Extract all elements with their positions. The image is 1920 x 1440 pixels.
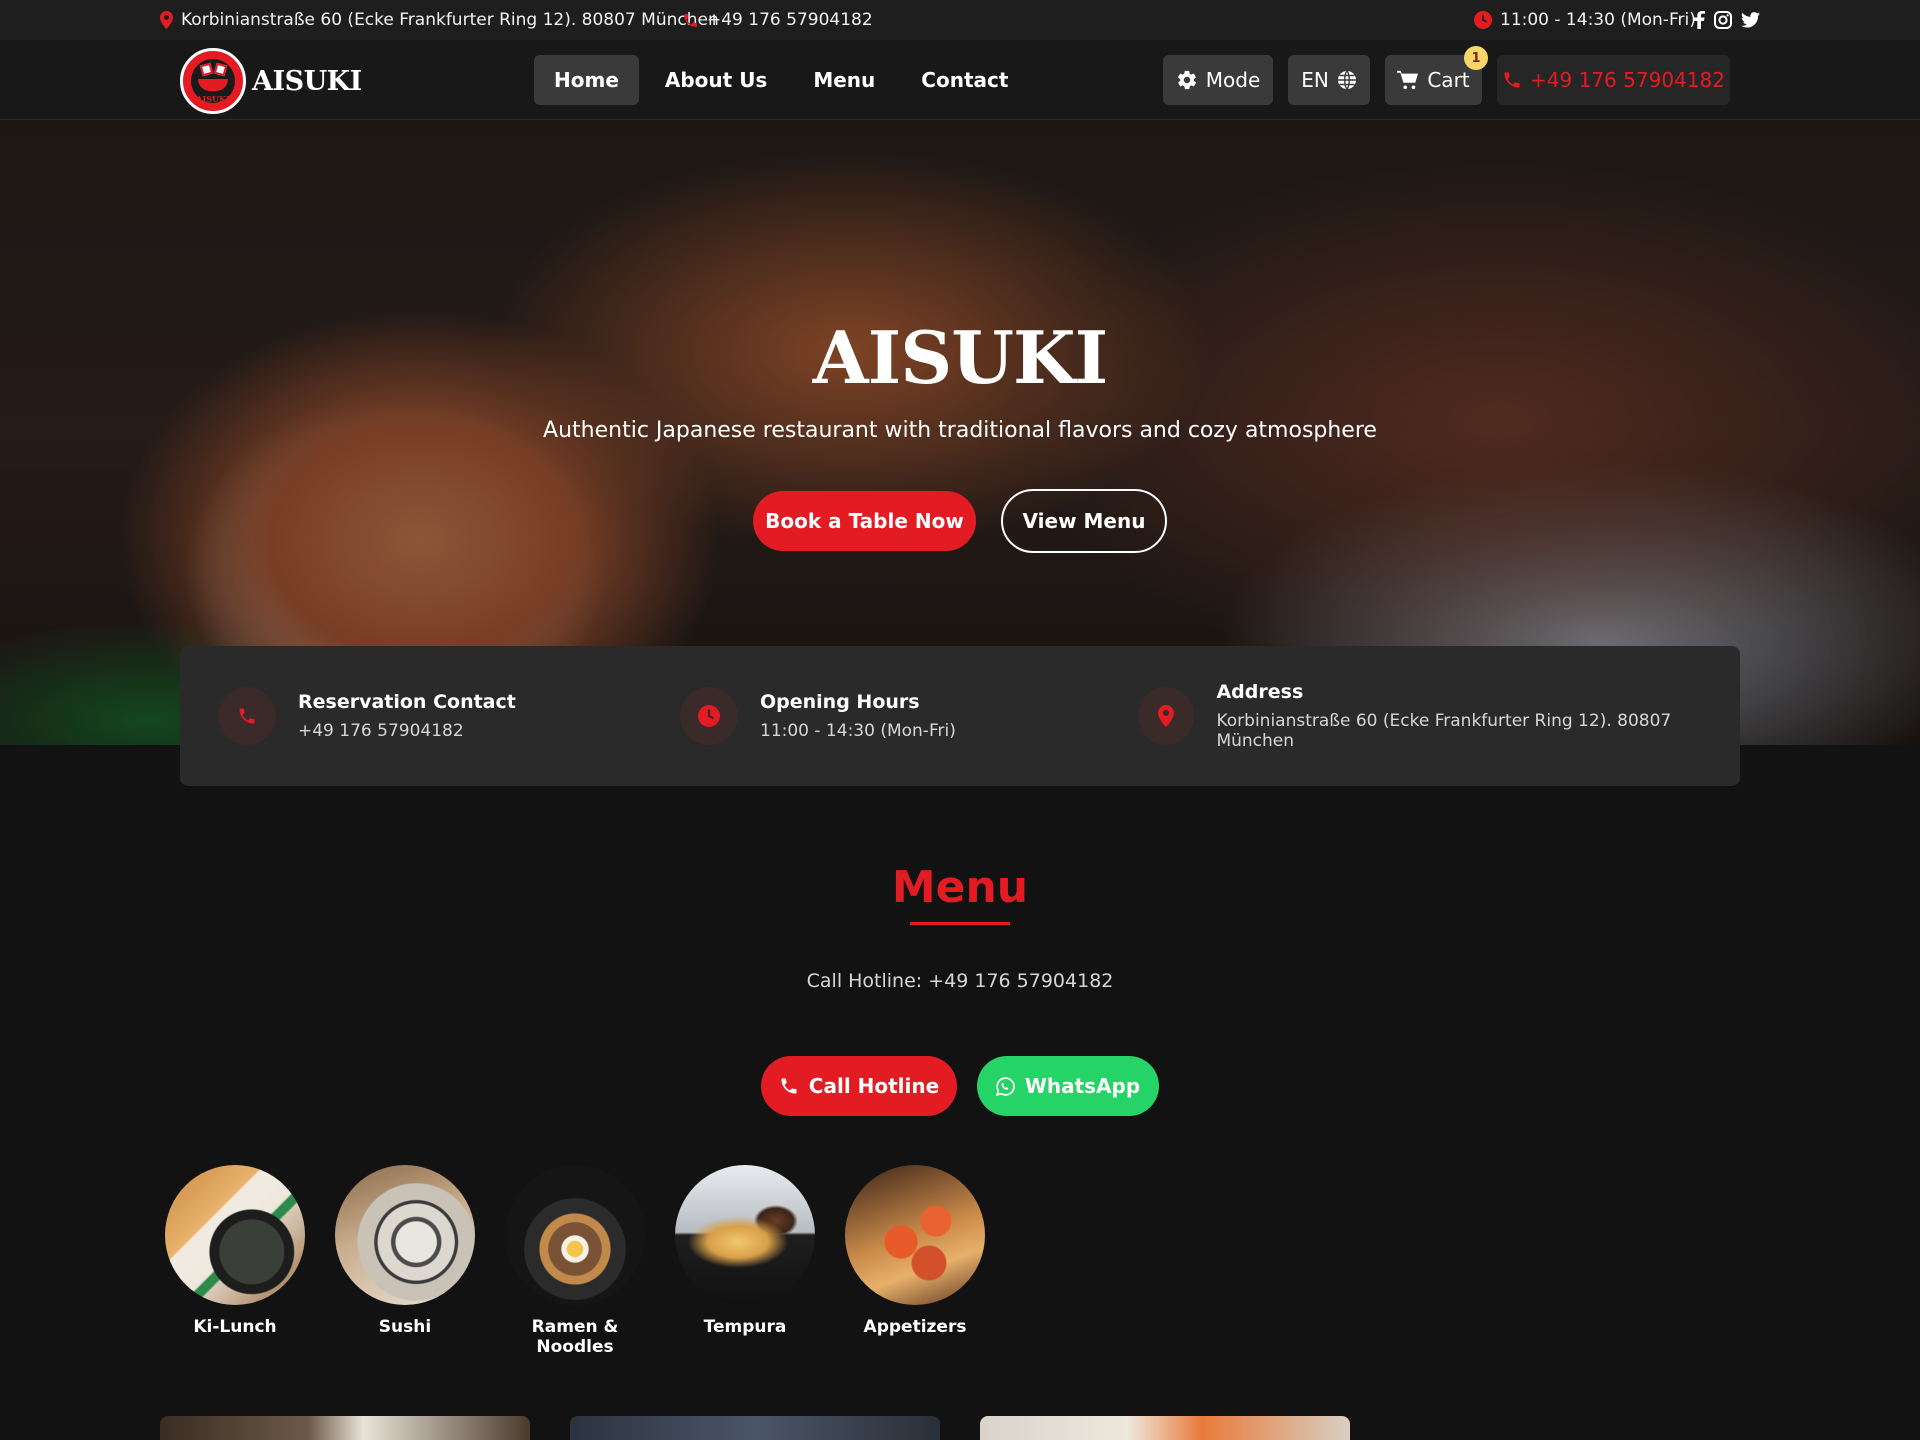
main-nav: Home About Us Menu Contact	[534, 55, 1028, 105]
nav-menu[interactable]: Menu	[793, 55, 895, 105]
location-pin-icon	[1138, 687, 1195, 745]
gear-icon	[1177, 70, 1196, 90]
phone-icon	[218, 687, 276, 745]
info-reservation-title: Reservation Contact	[298, 691, 516, 713]
category-label: Tempura	[703, 1317, 787, 1337]
call-hotline-label: Call Hotline	[808, 1074, 940, 1098]
category-ramen-noodles[interactable]: Ramen & Noodles	[505, 1165, 645, 1357]
social-links	[1694, 0, 1760, 40]
category-image	[845, 1165, 985, 1305]
whatsapp-button[interactable]: WhatsApp	[977, 1056, 1159, 1116]
category-ki-lunch[interactable]: Ki-Lunch	[165, 1165, 305, 1337]
info-hours-value: 11:00 - 14:30 (Mon-Fri)	[760, 721, 956, 741]
info-hours-title: Opening Hours	[760, 691, 920, 713]
facebook-icon[interactable]	[1694, 11, 1705, 29]
category-image	[675, 1165, 815, 1305]
category-image	[335, 1165, 475, 1305]
whatsapp-label: WhatsApp	[1024, 1074, 1141, 1098]
cart-button[interactable]: Cart 1	[1385, 46, 1488, 105]
phone-icon	[1504, 72, 1520, 88]
topbar-phone-text: +49 176 57904182	[707, 10, 873, 30]
nav-home[interactable]: Home	[534, 55, 639, 105]
book-table-button[interactable]: Book a Table Now	[753, 491, 976, 551]
topbar-address-text: Korbinianstraße 60 (Ecke Frankfurter Rin…	[181, 10, 719, 30]
call-hotline-button[interactable]: Call Hotline	[761, 1056, 957, 1116]
category-sushi[interactable]: Sushi	[335, 1165, 475, 1337]
cart-count-badge: 1	[1464, 46, 1488, 70]
site-logo[interactable]: AISUKI AISUKI	[180, 48, 362, 114]
view-menu-button[interactable]: View Menu	[1001, 489, 1167, 553]
menu-title-underline	[910, 922, 1010, 925]
hero-title: AISUKI	[812, 315, 1109, 400]
clock-icon	[1474, 11, 1492, 29]
category-label: Sushi	[378, 1317, 432, 1337]
info-reservation-value[interactable]: +49 176 57904182	[298, 721, 516, 741]
menu-item-card-2[interactable]	[570, 1416, 940, 1440]
topbar-hours: 11:00 - 14:30 (Mon-Fri)	[1474, 0, 1696, 40]
nav-about-us[interactable]: About Us	[645, 55, 787, 105]
info-address: Address Korbinianstraße 60 (Ecke Frankfu…	[1138, 646, 1740, 786]
menu-item-card-1[interactable]	[160, 1416, 530, 1440]
category-appetizers[interactable]: Appetizers	[845, 1165, 985, 1337]
topbar-hours-text: 11:00 - 14:30 (Mon-Fri)	[1500, 10, 1696, 30]
info-address-title: Address	[1216, 681, 1304, 703]
cart-label: Cart	[1427, 68, 1470, 92]
cart-icon	[1397, 70, 1419, 90]
globe-icon	[1337, 70, 1356, 90]
logo-badge-text: AISUKI	[196, 94, 230, 104]
whatsapp-icon	[995, 1076, 1015, 1096]
info-opening-hours: Opening Hours 11:00 - 14:30 (Mon-Fri)	[680, 646, 956, 786]
category-label: Ki-Lunch	[193, 1317, 277, 1337]
hero-subtitle: Authentic Japanese restaurant with tradi…	[543, 418, 1377, 443]
nav-contact[interactable]: Contact	[901, 55, 1028, 105]
menu-section-title: Menu	[891, 862, 1029, 913]
mode-toggle-button[interactable]: Mode	[1163, 55, 1273, 105]
location-pin-icon	[160, 11, 173, 29]
category-image	[505, 1165, 645, 1305]
info-reservation: Reservation Contact +49 176 57904182	[218, 646, 516, 786]
contact-info-card: Reservation Contact +49 176 57904182 Ope…	[180, 646, 1740, 786]
mode-label: Mode	[1205, 68, 1261, 92]
clock-icon	[680, 687, 738, 745]
category-image	[165, 1165, 305, 1305]
instagram-icon[interactable]	[1714, 11, 1732, 29]
menu-hotline-text: Call Hotline: +49 176 57904182	[806, 970, 1114, 992]
header-phone-button[interactable]: +49 176 57904182	[1497, 55, 1730, 105]
logo-badge-icon: AISUKI	[180, 48, 246, 114]
top-info-bar: Korbinianstraße 60 (Ecke Frankfurter Rin…	[0, 0, 1920, 40]
category-label: Appetizers	[863, 1317, 967, 1337]
phone-icon	[781, 1078, 797, 1094]
category-tempura[interactable]: Tempura	[675, 1165, 815, 1337]
language-button[interactable]: EN	[1288, 55, 1370, 105]
logo-text: AISUKI	[252, 65, 362, 97]
twitter-icon[interactable]	[1741, 12, 1760, 28]
main-header: AISUKI AISUKI Home About Us Menu Contact…	[0, 40, 1920, 120]
topbar-address: Korbinianstraße 60 (Ecke Frankfurter Rin…	[160, 0, 719, 40]
header-phone-label: +49 176 57904182	[1530, 68, 1725, 92]
phone-icon	[684, 13, 697, 27]
menu-item-card-3[interactable]	[980, 1416, 1350, 1440]
category-label: Ramen & Noodles	[531, 1317, 619, 1357]
language-label: EN	[1301, 68, 1329, 92]
info-address-value: Korbinianstraße 60 (Ecke Frankfurter Rin…	[1216, 711, 1672, 751]
topbar-phone[interactable]: +49 176 57904182	[682, 0, 873, 40]
